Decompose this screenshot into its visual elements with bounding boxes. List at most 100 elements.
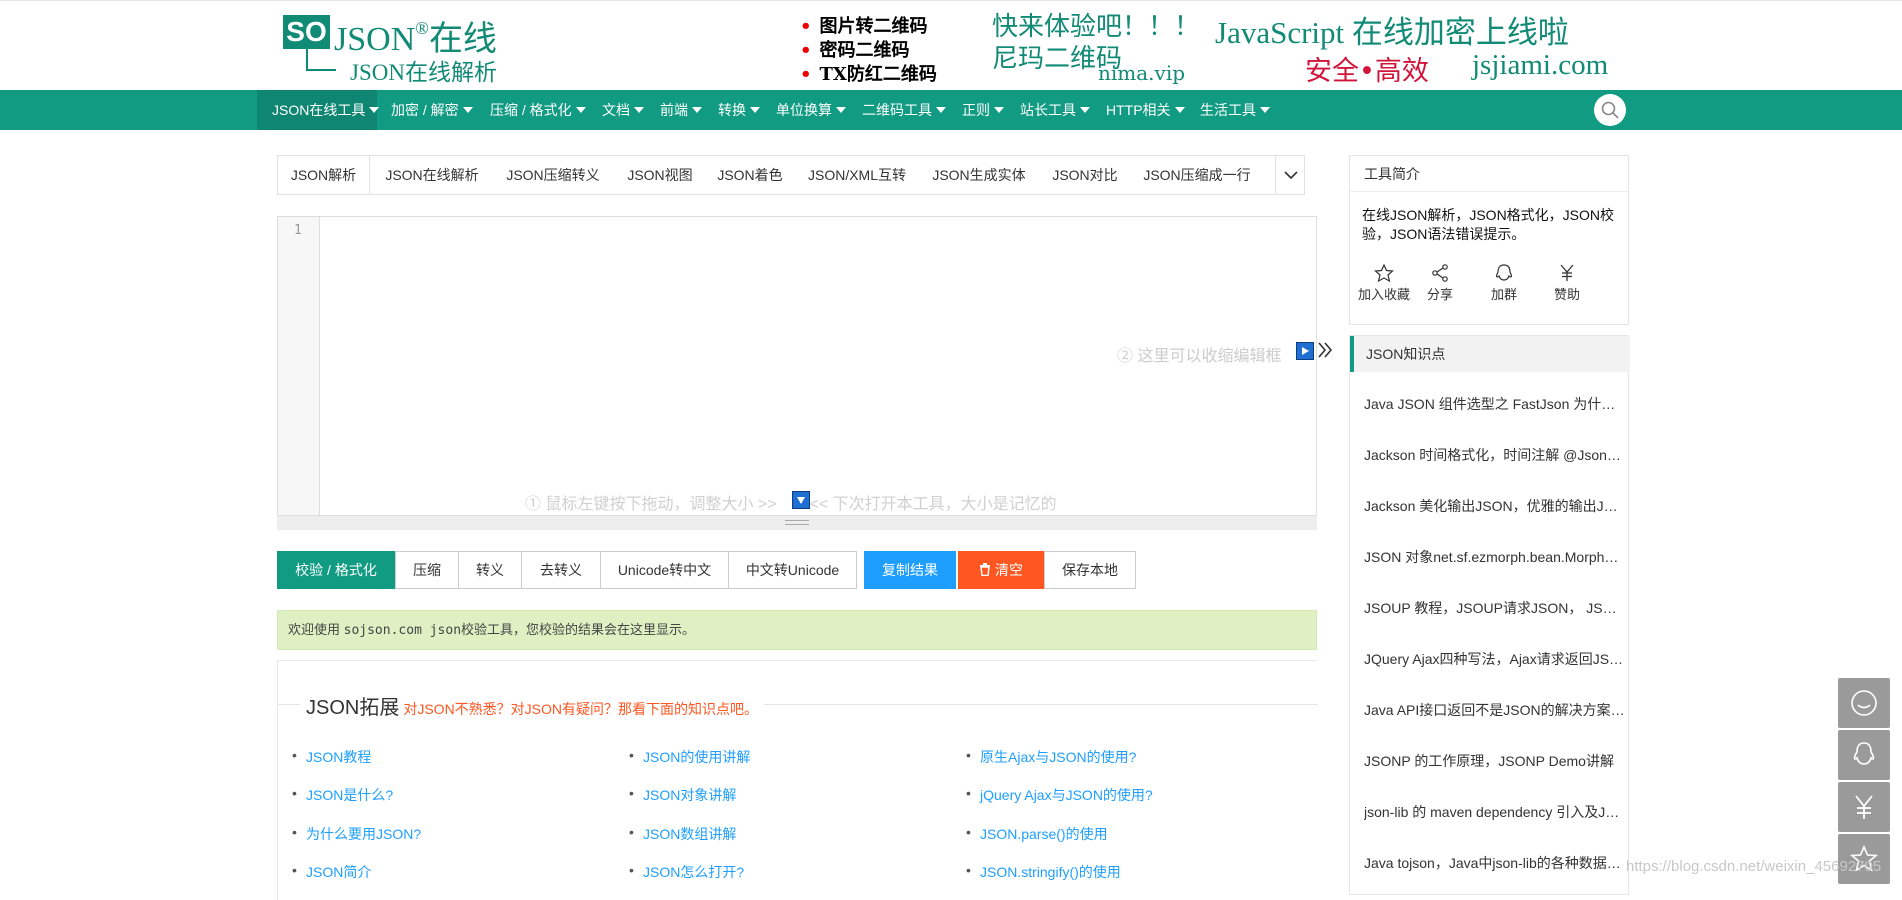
search-icon xyxy=(1601,101,1619,119)
resize-editor-button[interactable] xyxy=(792,491,810,509)
caret-down-icon xyxy=(634,107,644,113)
tool-description: 在线JSON解析，JSON格式化，JSON校验，JSON语法错误提示。 xyxy=(1362,207,1615,242)
tabs-more-button[interactable] xyxy=(1275,156,1305,194)
article-link[interactable]: Jackson 美化输出JSON，优雅的输出JS… xyxy=(1364,496,1626,516)
link-jquery-ajax-json[interactable]: jQuery Ajax与JSON的使用? xyxy=(966,785,1153,805)
save-local-button[interactable]: 保存本地 xyxy=(1044,551,1136,589)
article-link[interactable]: json-lib 的 maven dependency 引入及J… xyxy=(1364,802,1626,822)
link-json-array[interactable]: JSON数组讲解 xyxy=(629,824,736,844)
tab-json-parse[interactable]: JSON解析 xyxy=(278,156,370,194)
float-qq-button[interactable] xyxy=(1838,730,1890,780)
logo-arrow-icon xyxy=(306,49,336,71)
share-icon xyxy=(1432,264,1448,282)
article-link[interactable]: Java JSON 组件选型之 FastJson 为什么… xyxy=(1364,394,1626,414)
nav-item-compress[interactable]: 压缩 / 格式化 xyxy=(490,90,586,130)
tool-tabs: JSON解析 JSON在线解析 JSON压缩转义 JSON视图 JSON着色 J… xyxy=(277,155,1305,195)
article-link[interactable]: Java tojson，Java中json-lib的各种数据… xyxy=(1364,853,1626,873)
qq-icon xyxy=(1495,264,1513,281)
collapse-editor-button[interactable] xyxy=(1296,342,1314,360)
nav-item-webmaster[interactable]: 站长工具 xyxy=(1020,90,1090,130)
unescape-button[interactable]: 去转义 xyxy=(521,551,601,589)
nav-item-convert[interactable]: 转换 xyxy=(718,90,760,130)
article-link[interactable]: Jackson 时间格式化，时间注解 @Json… xyxy=(1364,445,1626,465)
caret-down-icon xyxy=(575,107,586,113)
yen-icon xyxy=(1855,795,1873,819)
link-json-stringify[interactable]: JSON.stringify()的使用 xyxy=(966,862,1121,882)
tab-json-compress-escape[interactable]: JSON压缩转义 xyxy=(503,156,603,194)
trash-icon xyxy=(980,563,990,577)
ad-line: • TX防红二维码 xyxy=(800,64,937,85)
tab-json-online-parse[interactable]: JSON在线解析 xyxy=(384,156,480,194)
link-ajax-json[interactable]: 原生Ajax与JSON的使用? xyxy=(966,747,1136,767)
editor-resize-handle[interactable] xyxy=(277,515,1317,530)
link-json-tutorial[interactable]: JSON教程 xyxy=(292,747,371,767)
json-editor[interactable]: 1 xyxy=(277,216,1317,530)
join-group-button[interactable]: 加群 xyxy=(1474,264,1534,303)
favorite-button[interactable]: 加入收藏 xyxy=(1354,264,1414,303)
editor-resize-hint: ① 鼠标左键按下拖动，调整大小 >> << 下次打开本工具，大小是记忆的 xyxy=(525,496,1057,513)
nav-item-http[interactable]: HTTP相关 xyxy=(1106,90,1185,130)
nav-item-regex[interactable]: 正则 xyxy=(962,90,1004,130)
float-feedback-button[interactable] xyxy=(1838,678,1890,728)
link-json-open[interactable]: JSON怎么打开? xyxy=(629,862,744,882)
ad-js-banner[interactable]: JavaScript 在线加密上线啦 xyxy=(1215,7,1569,52)
search-button[interactable] xyxy=(1594,94,1626,126)
play-down-icon xyxy=(797,497,805,504)
nav-item-frontend[interactable]: 前端 xyxy=(660,90,702,130)
ad-js-url[interactable]: jsjiami.com xyxy=(1472,49,1608,82)
article-link[interactable]: JSOUP 教程，JSOUP请求JSON， JSO… xyxy=(1364,598,1626,618)
clear-button[interactable]: 清空 xyxy=(958,551,1044,589)
nav-item-encrypt[interactable]: 加密 / 解密 xyxy=(391,90,473,130)
line-number: 1 xyxy=(294,223,302,238)
double-chevron-right-icon[interactable] xyxy=(1317,340,1333,365)
compress-button[interactable]: 压缩 xyxy=(395,551,459,589)
unicode-to-cn-button[interactable]: Unicode转中文 xyxy=(600,551,729,589)
article-link[interactable]: JQuery Ajax四种写法，Ajax请求返回JS… xyxy=(1364,649,1626,669)
result-message: 欢迎使用 sojson.com json校验工具，您校验的结果会在这里显示。 xyxy=(277,610,1317,650)
format-button[interactable]: 校验 / 格式化 xyxy=(277,551,395,589)
qq-icon xyxy=(1853,742,1875,765)
logo-badge[interactable]: SO xyxy=(283,15,330,49)
caret-down-icon xyxy=(994,107,1004,113)
caret-down-icon xyxy=(1174,107,1185,113)
cn-to-unicode-button[interactable]: 中文转Unicode xyxy=(728,551,857,589)
link-json-parse[interactable]: JSON.parse()的使用 xyxy=(966,824,1108,844)
float-sponsor-button[interactable] xyxy=(1838,782,1890,832)
tab-json-xml[interactable]: JSON/XML互转 xyxy=(807,156,907,194)
panel-title: 工具简介 xyxy=(1350,156,1628,192)
tool-intro-panel: 工具简介 在线JSON解析，JSON格式化，JSON校验，JSON语法错误提示。… xyxy=(1349,155,1629,325)
caret-down-icon xyxy=(936,107,946,113)
article-link[interactable]: Java API接口返回不是JSON的解决方案… xyxy=(1364,700,1626,720)
ad-line: • 图片转二维码 xyxy=(800,16,928,37)
caret-down-icon xyxy=(369,107,380,113)
nav-item-qrcode[interactable]: 二维码工具 xyxy=(862,90,946,130)
ad-line: • 密码二维码 xyxy=(800,40,910,61)
article-link[interactable]: JSONP 的工作原理，JSONP Demo讲解 xyxy=(1364,751,1626,771)
nav-item-life[interactable]: 生活工具 xyxy=(1200,90,1270,130)
sponsor-button[interactable]: 赞助 xyxy=(1537,264,1597,303)
yen-icon xyxy=(1560,264,1574,281)
ad-qrcode-list[interactable]: • 图片转二维码 • 密码二维码 • TX防红二维码 xyxy=(800,15,937,87)
link-json-object[interactable]: JSON对象讲解 xyxy=(629,785,736,805)
link-why-json[interactable]: 为什么要用JSON? xyxy=(292,824,421,844)
article-link[interactable]: JSON 对象net.sf.ezmorph.bean.Morph… xyxy=(1364,547,1626,567)
copy-result-button[interactable]: 复制结果 xyxy=(864,551,956,589)
nav-item-units[interactable]: 单位换算 xyxy=(776,90,846,130)
caret-down-icon xyxy=(692,107,702,113)
json-expand-section: JSON拓展对JSON不熟悉？对JSON有疑问？那看下面的知识点吧。 JSON教… xyxy=(277,660,1318,900)
escape-button[interactable]: 转义 xyxy=(458,551,522,589)
share-button[interactable]: 分享 xyxy=(1410,264,1470,303)
link-json-usage[interactable]: JSON的使用讲解 xyxy=(629,747,750,767)
nav-item-docs[interactable]: 文档 xyxy=(602,90,644,130)
link-json-intro[interactable]: JSON简介 xyxy=(292,862,371,882)
chevron-down-icon xyxy=(1284,171,1298,180)
tab-json-compare[interactable]: JSON对比 xyxy=(1050,156,1120,194)
tab-json-view[interactable]: JSON视图 xyxy=(625,156,695,194)
tab-json-entity[interactable]: JSON生成实体 xyxy=(929,156,1029,194)
caret-down-icon xyxy=(1260,107,1270,113)
ad-nima-url[interactable]: nima.vip xyxy=(1098,61,1185,85)
tab-json-one-line[interactable]: JSON压缩成一行 xyxy=(1142,156,1252,194)
link-what-is-json[interactable]: JSON是什么? xyxy=(292,785,393,805)
nav-item-json-tools[interactable]: JSON在线工具 xyxy=(257,90,380,130)
tab-json-color[interactable]: JSON着色 xyxy=(715,156,785,194)
